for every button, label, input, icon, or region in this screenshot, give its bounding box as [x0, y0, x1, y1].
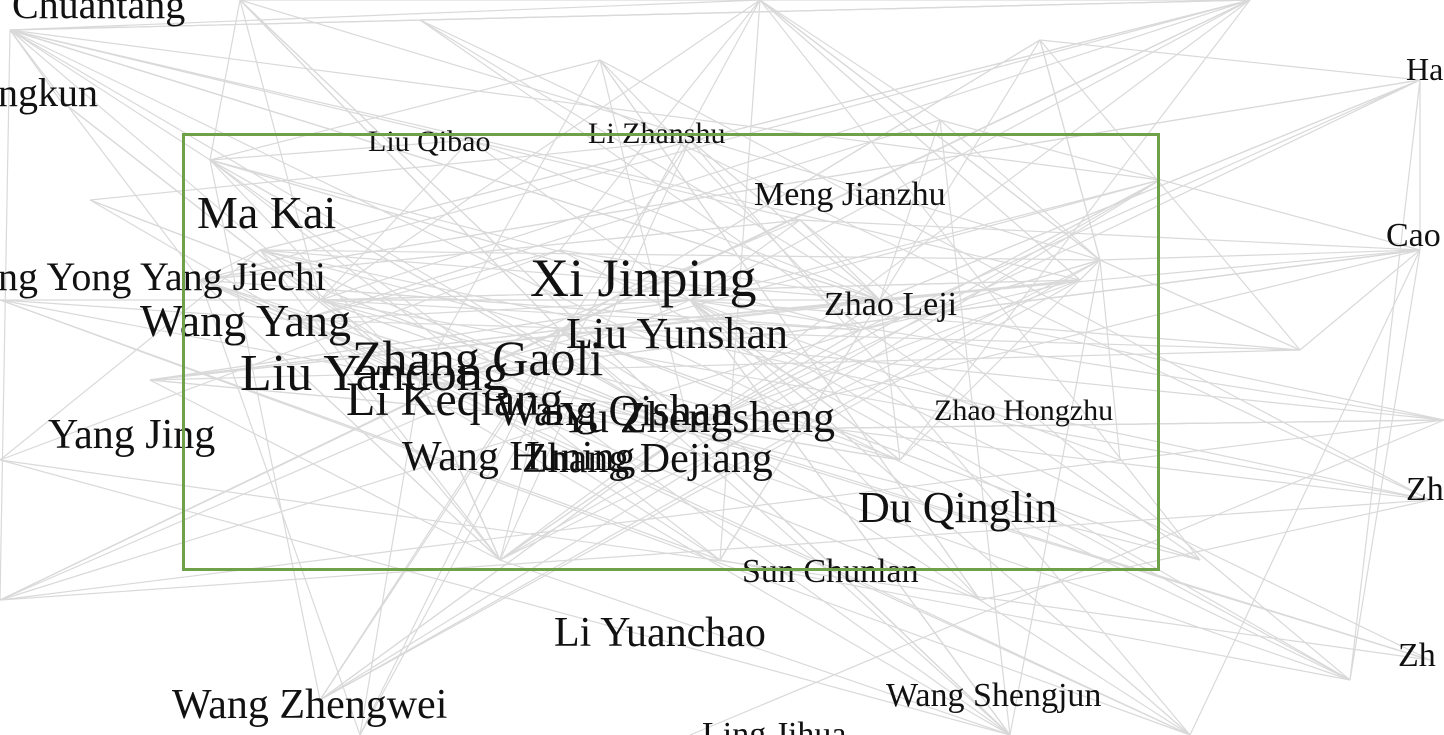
node-label-yang-jiechi[interactable]: Yang Jiechi: [140, 254, 326, 299]
node-label-yang-jing[interactable]: Yang Jing: [48, 412, 215, 458]
node-label-meng-jianzhu[interactable]: Meng Jianzhu: [754, 176, 946, 213]
node-label-zhang-dejiang[interactable]: Zhang Dejiang: [522, 436, 773, 482]
edge-line: [419, 0, 1251, 21]
node-label-zh-2[interactable]: Zh: [1398, 637, 1436, 674]
network-graph: Chuantang ngkun Liu Qibao Li Zhanshu Ha Ma Ka…: [0, 0, 1444, 735]
edge-line: [209, 0, 241, 161]
node-label-li-zhanshu[interactable]: Li Zhanshu: [588, 117, 725, 150]
node-label-chuantang[interactable]: Chuantang: [12, 0, 185, 27]
edge-line: [1039, 39, 1301, 351]
edge-line: [939, 119, 1011, 735]
edge-line: [1349, 79, 1421, 681]
edge-line: [879, 79, 1421, 301]
edge-line: [9, 29, 1161, 181]
edge-line: [1349, 249, 1421, 681]
node-label-zhao-leji[interactable]: Zhao Leji: [824, 286, 957, 323]
node-label-wang-shengjun[interactable]: Wang Shengjun: [886, 677, 1101, 714]
node-label-li-yuanchao[interactable]: Li Yuanchao: [554, 610, 766, 656]
node-label-liu-qibao[interactable]: Liu Qibao: [368, 125, 490, 158]
node-label-gkun[interactable]: ngkun: [0, 70, 98, 115]
edge-line: [759, 0, 941, 121]
node-label-wang-yang[interactable]: Wang Yang: [140, 295, 351, 346]
node-label-xi-jinping[interactable]: Xi Jinping: [530, 248, 757, 308]
edge-line: [0, 29, 11, 601]
edge-line: [209, 159, 321, 701]
node-label-zhao-hongzhu[interactable]: Zhao Hongzhu: [934, 394, 1113, 427]
edge-line: [0, 499, 1431, 601]
edge-line: [689, 0, 1251, 301]
node-label-ling-jihua[interactable]: Ling Jihua: [702, 716, 846, 735]
edge-line: [939, 119, 1101, 261]
node-label-yong[interactable]: ng Yong: [0, 254, 131, 299]
edge-line: [759, 0, 1081, 281]
node-label-zh-1[interactable]: Zh: [1406, 471, 1444, 508]
edge-line: [689, 429, 1431, 661]
node-label-wang-zhengwei[interactable]: Wang Zhengwei: [172, 682, 447, 728]
edge-layer: Chuantang ngkun Liu Qibao Li Zhanshu Ha Ma Ka…: [0, 0, 1444, 735]
node-label-ma-kai[interactable]: Ma Kai: [197, 187, 336, 238]
node-label-du-qinglin[interactable]: Du Qinglin: [858, 483, 1057, 532]
node-label-sun-chunlan[interactable]: Sun Chunlan: [742, 553, 919, 590]
node-label-cao[interactable]: Cao: [1386, 217, 1441, 254]
node-label-ha[interactable]: Ha: [1406, 51, 1443, 87]
